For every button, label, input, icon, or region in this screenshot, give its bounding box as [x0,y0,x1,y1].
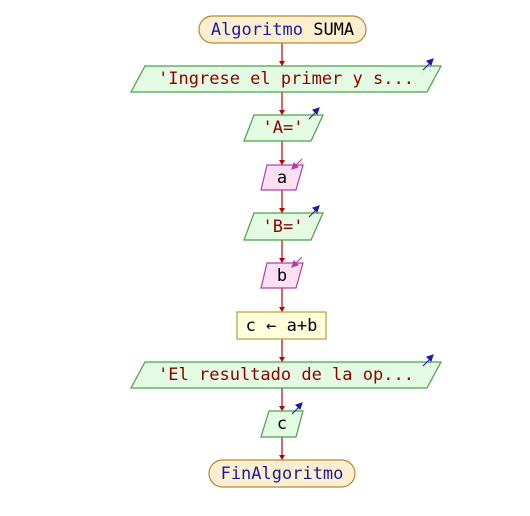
process-block-1: c ← a+b [236,311,327,340]
arrowhead [279,208,285,213]
process-block-1-text: c ← a+b [246,316,318,336]
output-block-4-text: 'El resultado de la op... [158,365,414,385]
output-block-3-text: 'B=' [263,217,304,237]
start-label: Algoritmo SUMA [211,20,354,40]
arrowhead [279,455,285,460]
arrowhead [279,357,285,362]
output-block-4: 'El resultado de la op... [129,354,443,389]
arrowhead [279,258,285,263]
output-block-1: 'Ingrese el primer y s... [129,58,443,93]
arrowhead [279,307,285,312]
output-block-1-text: 'Ingrese el primer y s... [158,69,414,89]
output-block-5-text: c [277,414,287,434]
start-terminal: Algoritmo SUMA [198,15,367,44]
arrowhead [279,61,285,66]
output-block-2-text: 'A=' [263,118,304,138]
end-keyword: FinAlgoritmo [221,464,344,484]
algorithm-name: SUMA [313,20,354,40]
arrowhead [279,406,285,411]
input-block-1-text: a [277,168,287,188]
start-keyword: Algoritmo [211,20,303,40]
arrowhead [279,110,285,115]
arrowhead [279,160,285,165]
flowchart-diagram: Algoritmo SUMA 'Ingrese el primer y s...… [129,15,443,488]
output-block-3: 'B=' [243,205,324,241]
end-terminal: FinAlgoritmo [208,459,356,488]
output-block-2: 'A=' [243,107,324,142]
input-block-2-text: b [277,266,287,286]
